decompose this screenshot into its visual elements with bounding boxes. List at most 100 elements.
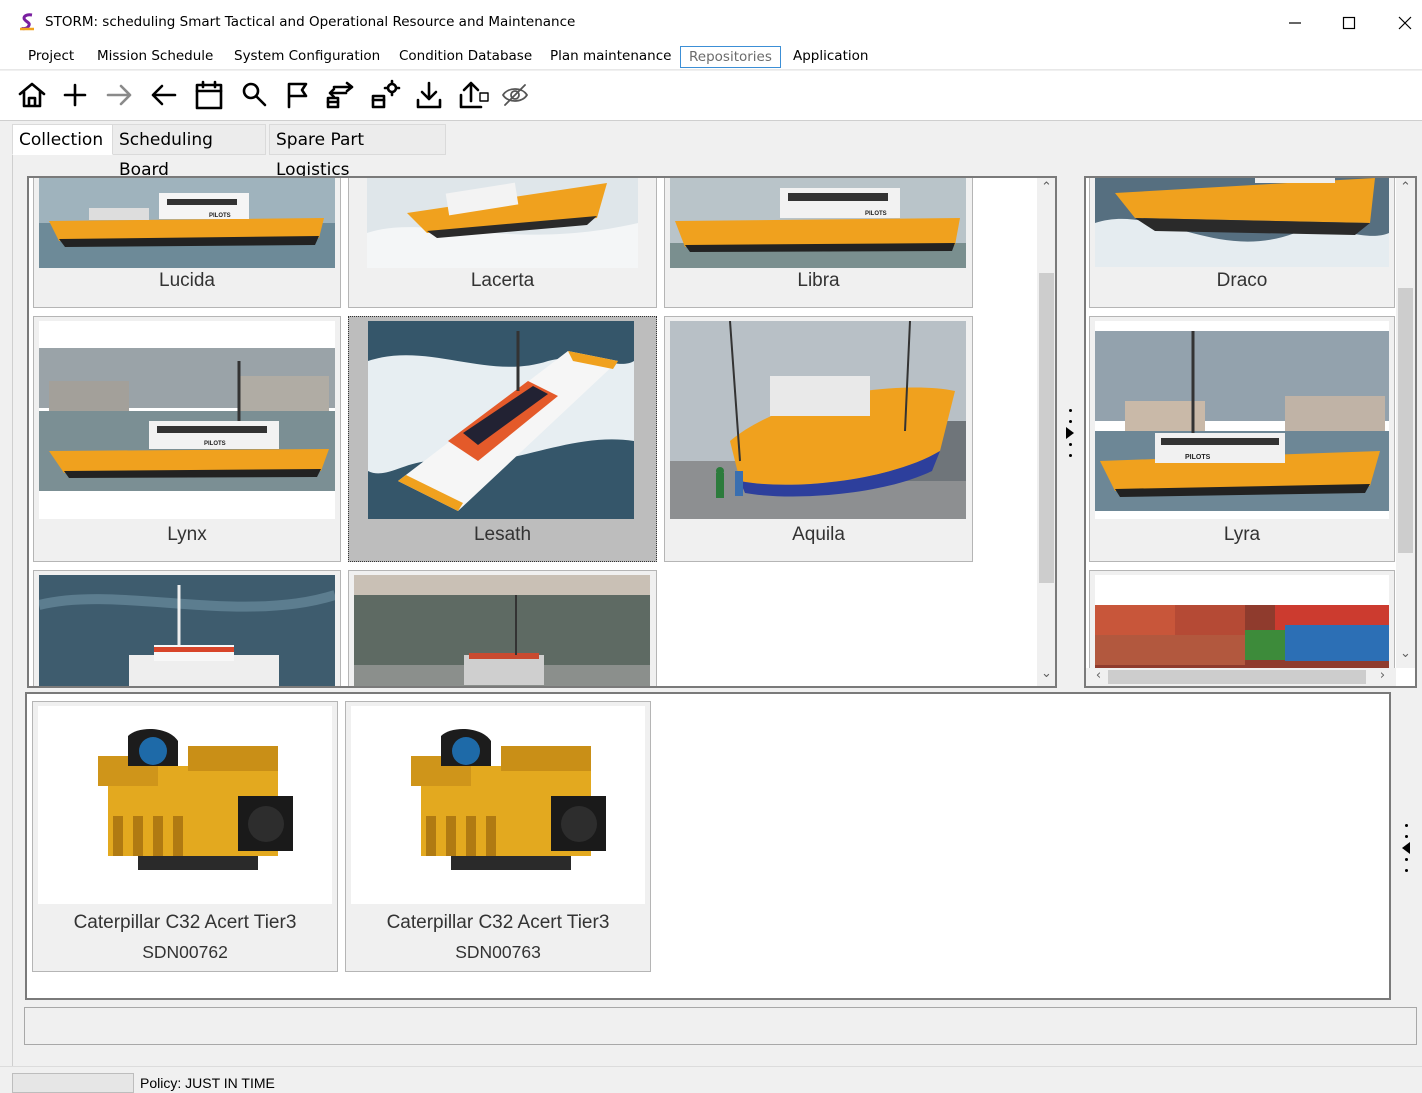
- engine-image: [351, 706, 645, 904]
- menu-condition-database[interactable]: Condition Database: [391, 46, 540, 68]
- vessel-card-aquila[interactable]: Aquila: [664, 316, 973, 562]
- menu-mission-schedule[interactable]: Mission Schedule: [89, 46, 221, 68]
- vessel-card-lesath[interactable]: Lesath: [348, 316, 657, 562]
- download-button[interactable]: [411, 77, 447, 113]
- calendar-button[interactable]: [191, 77, 227, 113]
- svg-text:PILOTS: PILOTS: [209, 213, 231, 219]
- maximize-button[interactable]: [1326, 8, 1372, 38]
- back-button[interactable]: [146, 77, 182, 113]
- scroll-right-icon[interactable]: ›: [1374, 668, 1391, 683]
- vessel-image-lacerta: [367, 178, 638, 268]
- scroll-down-icon[interactable]: ⌄: [1397, 646, 1414, 661]
- vertical-scrollbar[interactable]: ⌃ ⌄: [1037, 178, 1055, 686]
- upload-button[interactable]: [456, 77, 492, 113]
- window-title: STORM: scheduling Smart Tactical and Ope…: [45, 14, 576, 30]
- home-icon: [18, 82, 46, 108]
- vessel-image-aquila: [670, 321, 966, 519]
- search-button[interactable]: [236, 77, 272, 113]
- swap-button[interactable]: [322, 77, 358, 113]
- svg-text:PILOTS: PILOTS: [204, 441, 226, 447]
- expand-left-icon: [1402, 842, 1410, 854]
- menu-plan-maintenance[interactable]: Plan maintenance: [542, 46, 679, 68]
- view-button[interactable]: [497, 77, 533, 113]
- download-icon: [416, 81, 442, 109]
- menu-application[interactable]: Application: [785, 46, 876, 68]
- settings-swap-button[interactable]: [367, 77, 403, 113]
- flag-icon: [287, 82, 308, 109]
- settings-swap-icon: [371, 79, 401, 109]
- vessel-collection-panel: PILOTS Lucida Lacerta PILOTS Libra PILOT…: [27, 176, 1057, 688]
- title-bar: STORM: scheduling Smart Tactical and Ope…: [0, 0, 1422, 44]
- scroll-down-icon[interactable]: ⌄: [1038, 666, 1055, 681]
- splitter-handle-bottom[interactable]: [1394, 820, 1418, 876]
- add-button[interactable]: [57, 77, 93, 113]
- forward-arrow-icon: [106, 84, 132, 106]
- vessel-card-unnamed[interactable]: [1089, 570, 1395, 680]
- vessel-side-panel: Draco PILOTS Lyra ⌃ ⌄ ‹ ›: [1084, 176, 1417, 688]
- details-panel: [24, 1007, 1417, 1045]
- scrollbar-thumb[interactable]: [1039, 273, 1054, 583]
- side-horizontal-scrollbar[interactable]: ‹ ›: [1086, 668, 1396, 686]
- component-serial: SDN00763: [455, 942, 541, 962]
- vessel-card-lyra[interactable]: PILOTS Lyra: [1089, 316, 1395, 562]
- vessel-image-lucida: PILOTS: [39, 178, 335, 268]
- vessel-name: Lynx: [167, 524, 207, 545]
- vessel-card-libra[interactable]: PILOTS Libra: [664, 178, 973, 308]
- vessel-card-unnamed[interactable]: [33, 570, 341, 686]
- scroll-left-icon[interactable]: ‹: [1090, 668, 1107, 683]
- side-vertical-scrollbar[interactable]: ⌃ ⌄: [1396, 178, 1415, 668]
- menu-repositories[interactable]: Repositories: [680, 46, 781, 68]
- search-icon: [242, 82, 267, 107]
- vessel-image-lyra: PILOTS: [1095, 321, 1389, 519]
- vessel-name: Lyra: [1223, 524, 1261, 545]
- vessel-image-libra: PILOTS: [670, 178, 966, 268]
- vessel-card-unnamed[interactable]: [348, 570, 657, 686]
- scroll-up-icon[interactable]: ⌃: [1397, 180, 1414, 195]
- scrollbar-thumb[interactable]: [1108, 670, 1366, 684]
- close-button[interactable]: [1382, 8, 1422, 38]
- vessel-image: [39, 575, 335, 686]
- swap-icon: [326, 81, 354, 109]
- tab-spare-part-logistics[interactable]: Spare Part Logistics: [269, 124, 446, 180]
- menu-bar: Project Mission Schedule System Configur…: [0, 44, 1422, 70]
- tab-scheduling-board[interactable]: Scheduling Board: [112, 124, 266, 180]
- vessel-image: [1095, 575, 1389, 675]
- scrollbar-thumb[interactable]: [1398, 288, 1413, 553]
- storm-logo-icon: [19, 13, 34, 31]
- vessel-card-lynx[interactable]: PILOTS Lynx: [33, 316, 341, 562]
- app-window: STORM: scheduling Smart Tactical and Ope…: [0, 0, 1422, 1093]
- component-card-sdn00763[interactable]: Caterpillar C32 Acert Tier3 SDN00763: [345, 701, 651, 972]
- vessel-name: Libra: [797, 270, 840, 291]
- vessel-image-draco: [1095, 178, 1389, 267]
- vessel-image: [354, 575, 650, 686]
- vessel-image-lesath: [368, 321, 634, 519]
- vessel-card-lacerta[interactable]: Lacerta: [348, 178, 657, 308]
- vessel-name: Draco: [1216, 270, 1268, 291]
- tab-bar: Collection Scheduling Board Spare Part L…: [12, 124, 1417, 180]
- scroll-up-icon[interactable]: ⌃: [1038, 180, 1055, 195]
- flag-button[interactable]: [280, 77, 316, 113]
- svg-text:PILOTS: PILOTS: [1185, 454, 1211, 461]
- upload-icon: [459, 81, 489, 109]
- tab-collection[interactable]: Collection: [12, 124, 113, 155]
- vessel-name: Lesath: [473, 524, 532, 545]
- vessel-card-draco[interactable]: Draco: [1089, 178, 1395, 308]
- minimize-icon: [1289, 22, 1301, 24]
- menu-system-configuration[interactable]: System Configuration: [226, 46, 388, 68]
- close-icon: [1398, 16, 1412, 30]
- menu-project[interactable]: Project: [20, 46, 82, 68]
- component-name: Caterpillar C32 Acert Tier3: [73, 912, 297, 933]
- svg-text:PILOTS: PILOTS: [865, 211, 887, 217]
- status-bar: Policy: JUST IN TIME: [0, 1066, 1422, 1093]
- expand-right-icon: [1066, 427, 1074, 439]
- splitter-handle[interactable]: [1058, 405, 1082, 461]
- engine-image: [38, 706, 332, 904]
- component-serial: SDN00762: [142, 942, 228, 962]
- component-card-sdn00762[interactable]: Caterpillar C32 Acert Tier3 SDN00762: [32, 701, 338, 972]
- vessel-card-lucida[interactable]: PILOTS Lucida: [33, 178, 341, 308]
- home-button[interactable]: [14, 77, 50, 113]
- forward-button[interactable]: [101, 77, 137, 113]
- minimize-button[interactable]: [1272, 8, 1318, 38]
- calendar-icon: [195, 80, 223, 110]
- maximize-icon: [1342, 16, 1356, 30]
